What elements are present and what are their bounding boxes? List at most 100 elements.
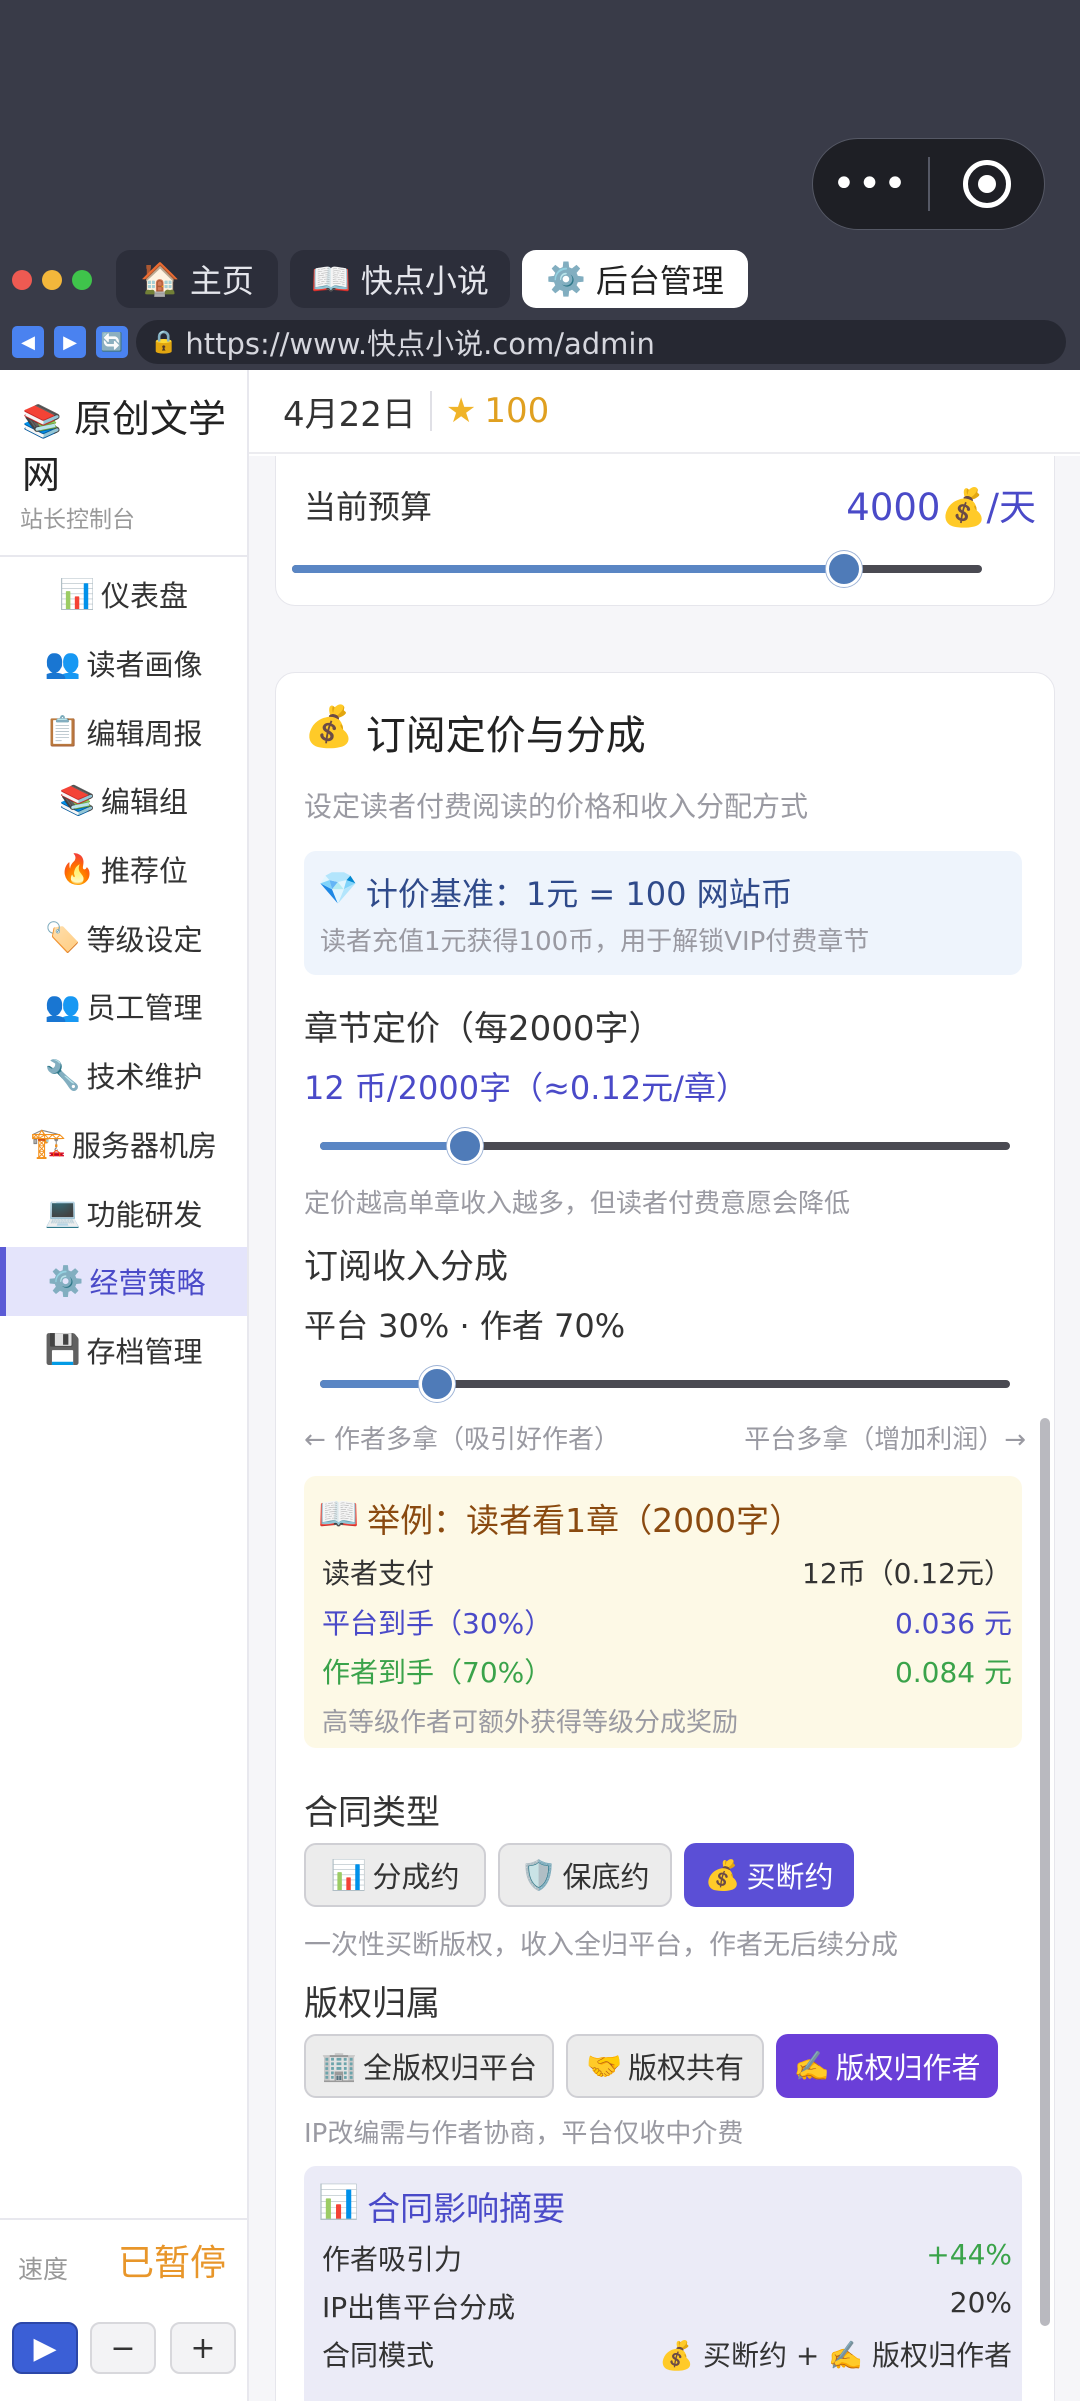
- sidebar-item-label: 推荐位: [101, 854, 189, 889]
- scrollbar[interactable]: [1040, 1418, 1050, 2326]
- example-box: 📖 举例：读者看1章（2000字） 读者支付 12币（0.12元） 平台到手（3…: [304, 1476, 1022, 1748]
- sidebar-item-label: 编辑组: [101, 785, 189, 820]
- books-icon: 📚: [58, 782, 96, 817]
- moneybag-icon: 💰: [304, 704, 354, 750]
- play-button[interactable]: ▶: [12, 2322, 78, 2374]
- address-bar[interactable]: 🔒 https://www.快点小说.com/admin: [136, 320, 1066, 364]
- home-icon: 🏠: [140, 260, 180, 298]
- copyright-author-button[interactable]: ✍️ 版权归作者: [776, 2034, 998, 2098]
- tab-home[interactable]: 🏠 主页: [116, 250, 278, 308]
- slider-thumb[interactable]: [446, 1128, 483, 1164]
- construction-icon: 🏗️: [29, 1126, 67, 1161]
- clipboard-icon: 📋: [44, 714, 81, 749]
- gear-icon: ⚙️: [546, 260, 586, 298]
- slider-thumb[interactable]: [419, 1366, 456, 1402]
- sidebar-item-label: 技术维护: [86, 1060, 203, 1095]
- slider-thumb[interactable]: [826, 551, 862, 587]
- chart-icon: 📊: [330, 1857, 367, 1892]
- sidebar-item-label: 仪表盘: [101, 579, 189, 614]
- forward-button[interactable]: ▶: [54, 326, 86, 358]
- users-icon: 👥: [44, 645, 81, 680]
- wrench-icon: 🔧: [44, 1057, 81, 1092]
- section-description: 设定读者付费阅读的价格和收入分配方式: [304, 790, 809, 823]
- summary-row: 作者吸引力 +44%: [322, 2238, 1012, 2278]
- budget-card: 当前预算 4000💰/天: [275, 456, 1055, 606]
- sidebar-item-level-settings[interactable]: 🏷️ 等级设定: [0, 903, 247, 972]
- section-title-text: 订阅定价与分成: [365, 713, 646, 759]
- button-label: 分成约: [372, 1860, 460, 1894]
- summary-row: IP出售平台分成 20%: [322, 2286, 1012, 2326]
- sidebar-item-rnd[interactable]: 💻 功能研发: [0, 1178, 247, 1247]
- summary-box: 📊 合同影响摘要 作者吸引力 +44% IP出售平台分成 20% 合同模式 💰 …: [304, 2166, 1022, 2401]
- example-title-text: 举例：读者看1章（2000字）: [367, 1501, 803, 1540]
- refresh-button[interactable]: 🔄: [96, 326, 128, 358]
- sidebar-item-label: 等级设定: [86, 922, 203, 957]
- budget-slider[interactable]: [292, 551, 982, 587]
- slider-fill: [292, 565, 844, 573]
- section-title: 💰 订阅定价与分成: [304, 703, 646, 761]
- sidebar-item-staff[interactable]: 👥 员工管理: [0, 972, 247, 1041]
- star-icon: ★: [445, 391, 477, 431]
- book-icon: 📖: [318, 1494, 360, 1533]
- row-label: 作者到手（70%）: [322, 1656, 553, 1689]
- window-close-dot[interactable]: [12, 270, 32, 290]
- browser-chrome: ••• 🏠 主页 📖 快点小说 ⚙️ 后台管理 ◀ ▶ 🔄 🔒 https://…: [0, 0, 1080, 370]
- example-row: 作者到手（70%） 0.084 元: [322, 1651, 1012, 1691]
- row-label: IP出售平台分成: [322, 2291, 516, 2324]
- window-maximize-dot[interactable]: [72, 270, 92, 290]
- button-label: 买断约: [746, 1860, 834, 1894]
- base-title: 💎 计价基准：1元 = 100 网站币: [318, 869, 793, 915]
- tab-admin[interactable]: ⚙️ 后台管理: [522, 250, 748, 308]
- brand-subtitle: 站长控制台: [20, 507, 135, 533]
- window-minimize-dot[interactable]: [42, 270, 62, 290]
- example-note: 高等级作者可额外获得等级分成奖励: [322, 1708, 739, 1738]
- sidebar-item-editor-group[interactable]: 📚 编辑组: [0, 766, 247, 835]
- contract-share-button[interactable]: 📊 分成约: [304, 1843, 486, 1907]
- pricing-card: 💰 订阅定价与分成 设定读者付费阅读的价格和收入分配方式 💎 计价基准：1元 =…: [275, 672, 1055, 2401]
- slider-fill: [320, 1142, 465, 1150]
- copyright-hint: IP改编需与作者协商，平台仅收中介费: [304, 2119, 744, 2149]
- base-title-text: 计价基准：1元 = 100 网站币: [365, 875, 793, 913]
- sidebar-item-saves[interactable]: 💾 存档管理: [0, 1316, 247, 1385]
- split-left-hint: ← 作者多拿（吸引好作者）: [304, 1425, 621, 1455]
- shield-icon: 🛡️: [520, 1857, 557, 1892]
- chart-icon: 📊: [58, 576, 96, 611]
- back-button[interactable]: ◀: [12, 326, 44, 358]
- sidebar-menu: 📊 仪表盘 👥 读者画像 📋 编辑周报 📚 编辑组 🔥 推荐位 🏷️ 等级设定 👥 员工管理 …: [0, 560, 247, 1384]
- row-label: 作者吸引力: [322, 2243, 463, 2276]
- tab-label: 后台管理: [595, 262, 724, 300]
- lock-icon: 🔒: [150, 329, 178, 355]
- close-target-button[interactable]: [930, 160, 1044, 208]
- chapter-price-hint: 定价越高单章收入越多，但读者付费意愿会降低: [304, 1189, 851, 1219]
- sidebar-item-tech[interactable]: 🔧 技术维护: [0, 1041, 247, 1110]
- split-slider[interactable]: [320, 1366, 1010, 1402]
- sidebar-item-weekly-report[interactable]: 📋 编辑周报: [0, 697, 247, 766]
- top-header: 4月22日 ★ 100: [249, 370, 1080, 454]
- example-title: 📖 举例：读者看1章（2000字）: [318, 1494, 802, 1542]
- split-right-hint: 平台多拿（增加利润）→: [744, 1425, 1026, 1455]
- writing-icon: ✍️: [793, 2048, 830, 2083]
- chapter-price-label: 章节定价（每2000字）: [304, 1009, 663, 1049]
- copyright-shared-button[interactable]: 🤝 版权共有: [566, 2034, 764, 2098]
- row-label: 平台到手（30%）: [322, 1607, 553, 1640]
- copyright-platform-button[interactable]: 🏢 全版权归平台: [304, 2034, 554, 2098]
- example-row: 平台到手（30%） 0.036 元: [322, 1602, 1012, 1642]
- speed-up-button[interactable]: +: [170, 2322, 236, 2374]
- contract-buyout-button[interactable]: 💰 买断约: [684, 1843, 854, 1907]
- more-icon[interactable]: •••: [813, 164, 928, 204]
- tab-novel[interactable]: 📖 快点小说: [290, 250, 510, 308]
- sidebar-item-strategy[interactable]: ⚙️ 经营策略: [0, 1246, 247, 1316]
- row-label: 合同模式: [322, 2339, 435, 2372]
- speed-down-button[interactable]: −: [90, 2322, 156, 2374]
- contract-guarantee-button[interactable]: 🛡️ 保底约: [498, 1843, 672, 1907]
- sidebar-item-servers[interactable]: 🏗️ 服务器机房: [0, 1110, 247, 1179]
- chart-icon: 📊: [318, 2182, 360, 2221]
- sidebar-item-dashboard[interactable]: 📊 仪表盘: [0, 560, 247, 629]
- sidebar-item-reader-profile[interactable]: 👥 读者画像: [0, 629, 247, 698]
- divider: [0, 555, 249, 557]
- split-value: 平台 30% · 作者 70%: [304, 1307, 626, 1345]
- chapter-price-slider[interactable]: [320, 1128, 1010, 1164]
- base-description: 读者充值1元获得100币，用于解锁VIP付费章节: [320, 927, 870, 957]
- speed-status: 已暂停: [118, 2243, 227, 2284]
- sidebar-item-recommend[interactable]: 🔥 推荐位: [0, 835, 247, 904]
